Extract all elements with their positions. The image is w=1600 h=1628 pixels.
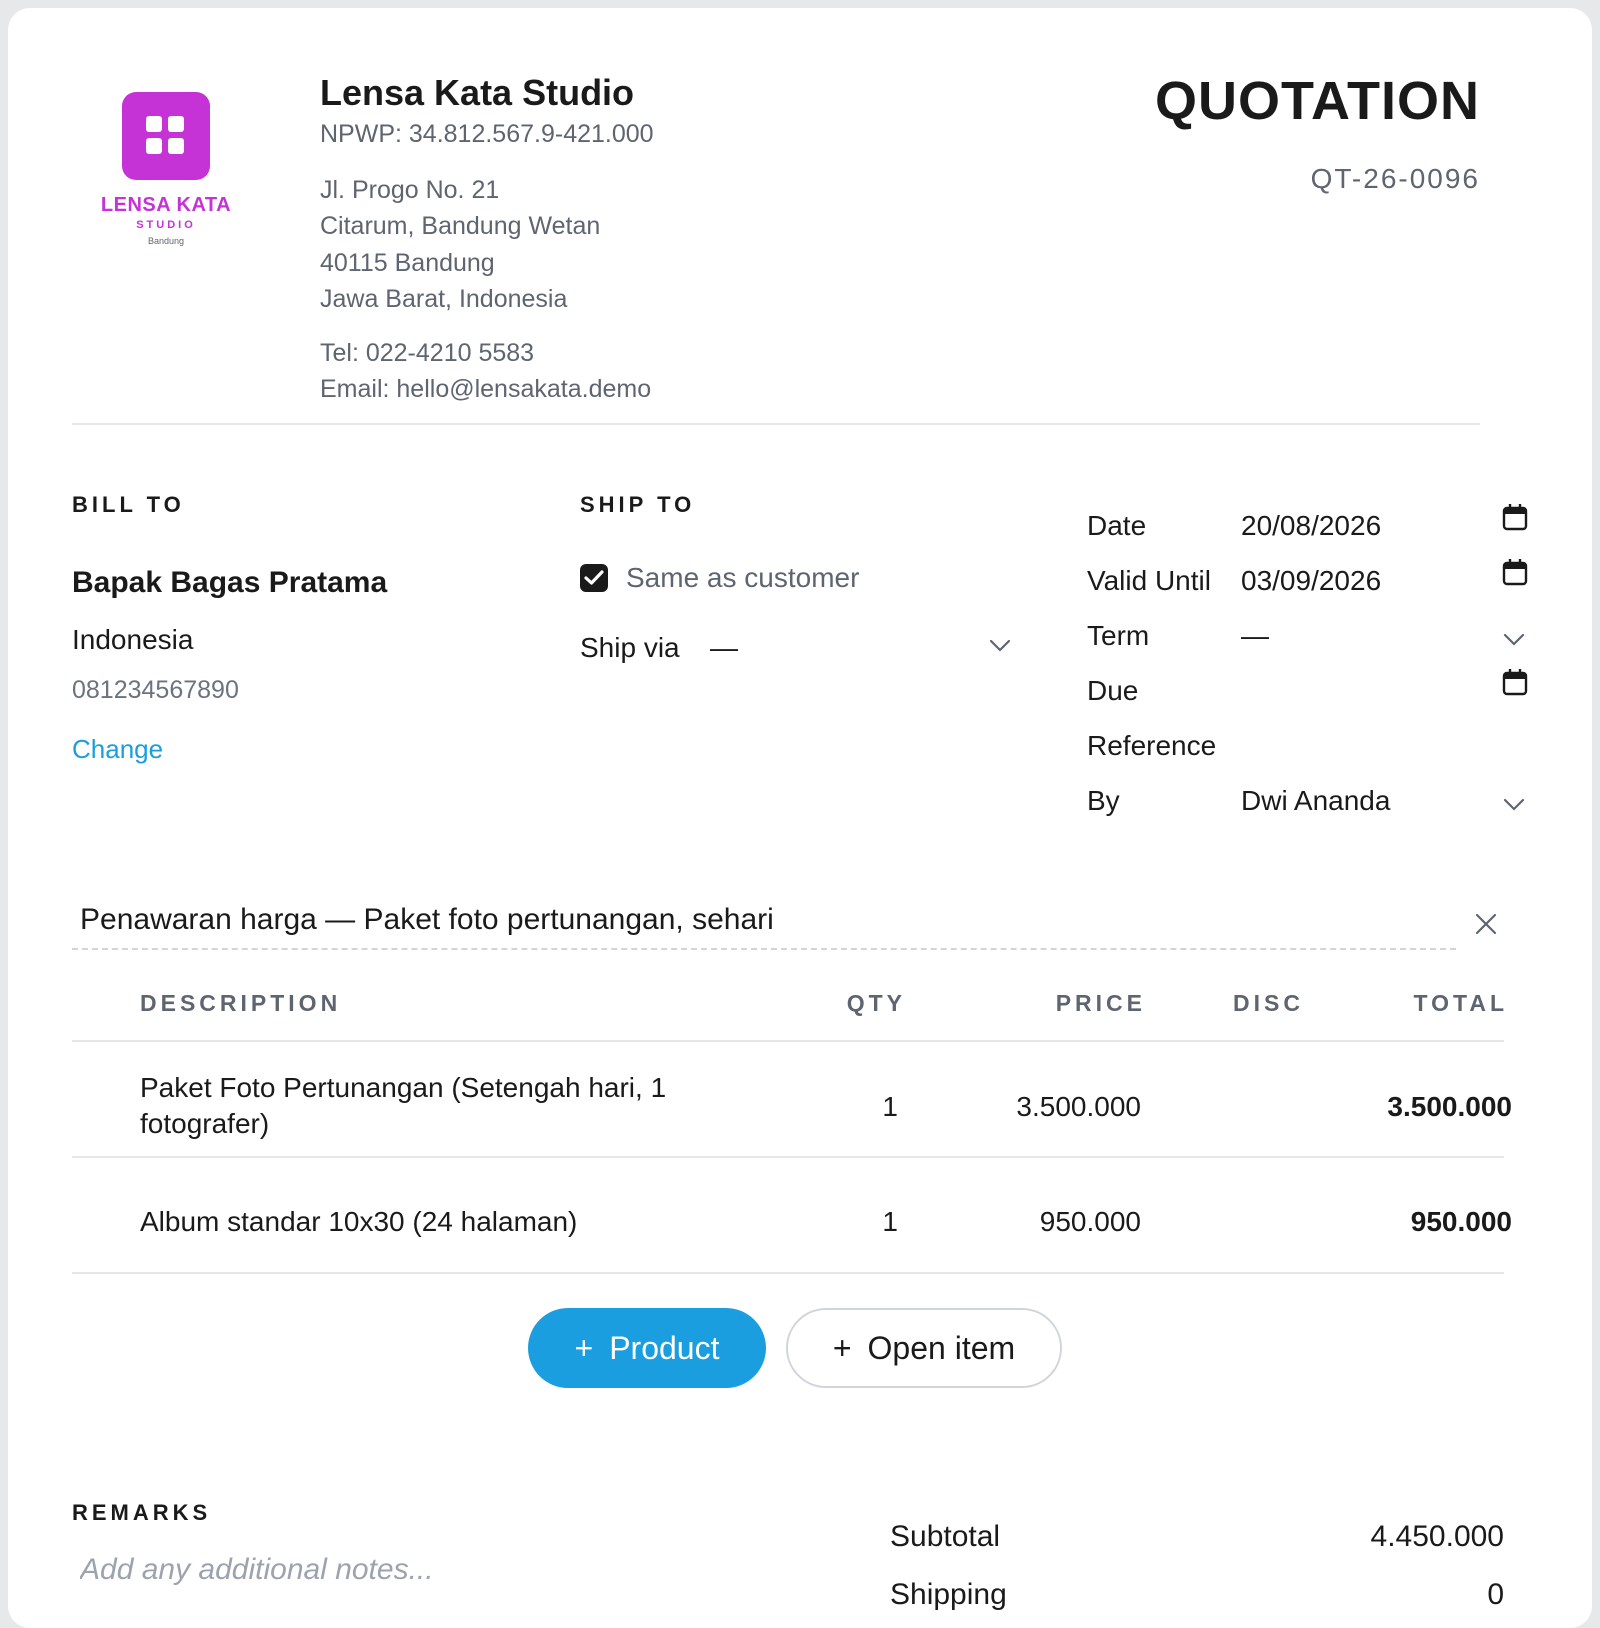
logo-grid-cell — [146, 138, 162, 154]
term-select[interactable]: — — [1241, 620, 1269, 652]
due-label: Due — [1087, 675, 1139, 706]
valid-until-field[interactable]: 03/09/2026 — [1241, 565, 1381, 597]
logo-city: Bandung — [147, 236, 185, 246]
company-email: Email: hello@lensakata.demo — [320, 375, 652, 403]
customer-name: Bapak Bagas Pratama — [72, 566, 388, 599]
item-qty[interactable]: 1 — [882, 1091, 898, 1123]
subject-field[interactable]: Penawaran harga — Paket foto pertunangan… — [80, 903, 774, 937]
company-address-line: Jl. Progo No. 21 — [320, 176, 500, 204]
subject-underline — [72, 948, 1456, 950]
customer-phone: 081234567890 — [72, 676, 239, 704]
logo-grid-cell — [168, 116, 184, 132]
company-address-line: 40115 Bandung — [320, 249, 495, 277]
add-product-button[interactable]: + Product — [528, 1308, 766, 1388]
subtotal-label: Subtotal — [890, 1520, 1001, 1553]
shipping-label: Shipping — [890, 1578, 1007, 1611]
subtotal-value: 4.450.000 — [1370, 1520, 1504, 1553]
remarks-input[interactable] — [80, 1548, 760, 1592]
chevron-down-icon[interactable] — [1502, 632, 1526, 648]
item-qty[interactable]: 1 — [882, 1206, 898, 1238]
column-header-description: DESCRIPTION — [140, 990, 342, 1016]
table-row-divider — [72, 1156, 1504, 1158]
logo-grid-cell — [168, 138, 184, 154]
item-price[interactable]: 3.500.000 — [1016, 1091, 1141, 1123]
term-label: Term — [1087, 620, 1150, 651]
plus-icon: + — [832, 1329, 852, 1366]
calendar-icon[interactable] — [1502, 502, 1528, 532]
remarks-heading: REMARKS — [72, 1500, 212, 1525]
company-name: Lensa Kata Studio — [320, 72, 635, 113]
document-number: QT-26-0096 — [1310, 163, 1480, 194]
logo-grid-cell — [146, 116, 162, 132]
calendar-icon[interactable] — [1502, 667, 1528, 697]
item-description[interactable]: Paket Foto Pertunangan (Setengah hari, 1 — [140, 1072, 666, 1104]
company-address-line: Jawa Barat, Indonesia — [320, 285, 568, 313]
change-customer-link[interactable]: Change — [72, 734, 163, 765]
chevron-down-icon[interactable] — [1502, 797, 1526, 813]
quotation-card: LENSA KATA STUDIO Bandung Lensa Kata Stu… — [8, 8, 1592, 1628]
reference-label: Reference — [1087, 730, 1217, 761]
item-total: 3.500.000 — [1387, 1091, 1512, 1122]
add-open-item-label: Open item — [867, 1329, 1016, 1366]
logo-name: LENSA KATA — [100, 194, 232, 216]
column-header-total: TOTAL — [1413, 990, 1508, 1016]
item-description[interactable]: Album standar 10x30 (24 halaman) — [140, 1206, 577, 1238]
company-address-line: Citarum, Bandung Wetan — [320, 212, 601, 240]
item-description[interactable]: fotografer) — [140, 1108, 269, 1140]
close-icon[interactable] — [1474, 912, 1498, 936]
column-header-qty: QTY — [846, 990, 906, 1016]
logo-subtitle: STUDIO — [136, 219, 196, 231]
add-open-item-button[interactable]: + Open item — [786, 1308, 1062, 1388]
valid-until-label: Valid Until — [1087, 565, 1211, 596]
item-price[interactable]: 950.000 — [1040, 1206, 1141, 1238]
company-npwp: NPWP: 34.812.567.9-421.000 — [320, 120, 654, 148]
company-tel: Tel: 022-4210 5583 — [320, 339, 535, 367]
same-as-customer-label[interactable]: Same as customer — [626, 562, 859, 594]
by-select[interactable]: Dwi Ananda — [1241, 785, 1390, 817]
ship-via-label: Ship via — [580, 632, 680, 663]
table-header-divider — [72, 1040, 1504, 1042]
item-total: 950.000 — [1410, 1206, 1512, 1237]
bill-to-heading: BILL TO — [72, 492, 185, 517]
customer-country: Indonesia — [72, 624, 194, 655]
ship-via-select[interactable]: — — [710, 632, 738, 664]
table-row-divider — [72, 1272, 1504, 1274]
date-label: Date — [1087, 510, 1147, 541]
shipping-value[interactable]: 0 — [1487, 1578, 1504, 1612]
by-label: By — [1087, 785, 1120, 816]
document-title: QUOTATION — [1155, 71, 1480, 131]
calendar-icon[interactable] — [1502, 557, 1528, 587]
column-header-disc: DISC — [1233, 990, 1304, 1016]
date-field[interactable]: 20/08/2026 — [1241, 510, 1381, 542]
chevron-down-icon[interactable] — [988, 638, 1012, 654]
ship-to-heading: SHIP TO — [580, 492, 696, 517]
header-divider — [72, 423, 1480, 425]
checkmark-icon — [584, 570, 604, 585]
plus-icon: + — [574, 1329, 594, 1366]
add-product-label: Product — [609, 1329, 720, 1366]
same-as-customer-checkbox[interactable] — [580, 564, 608, 592]
column-header-price: PRICE — [1055, 990, 1146, 1016]
company-logo — [122, 92, 210, 180]
